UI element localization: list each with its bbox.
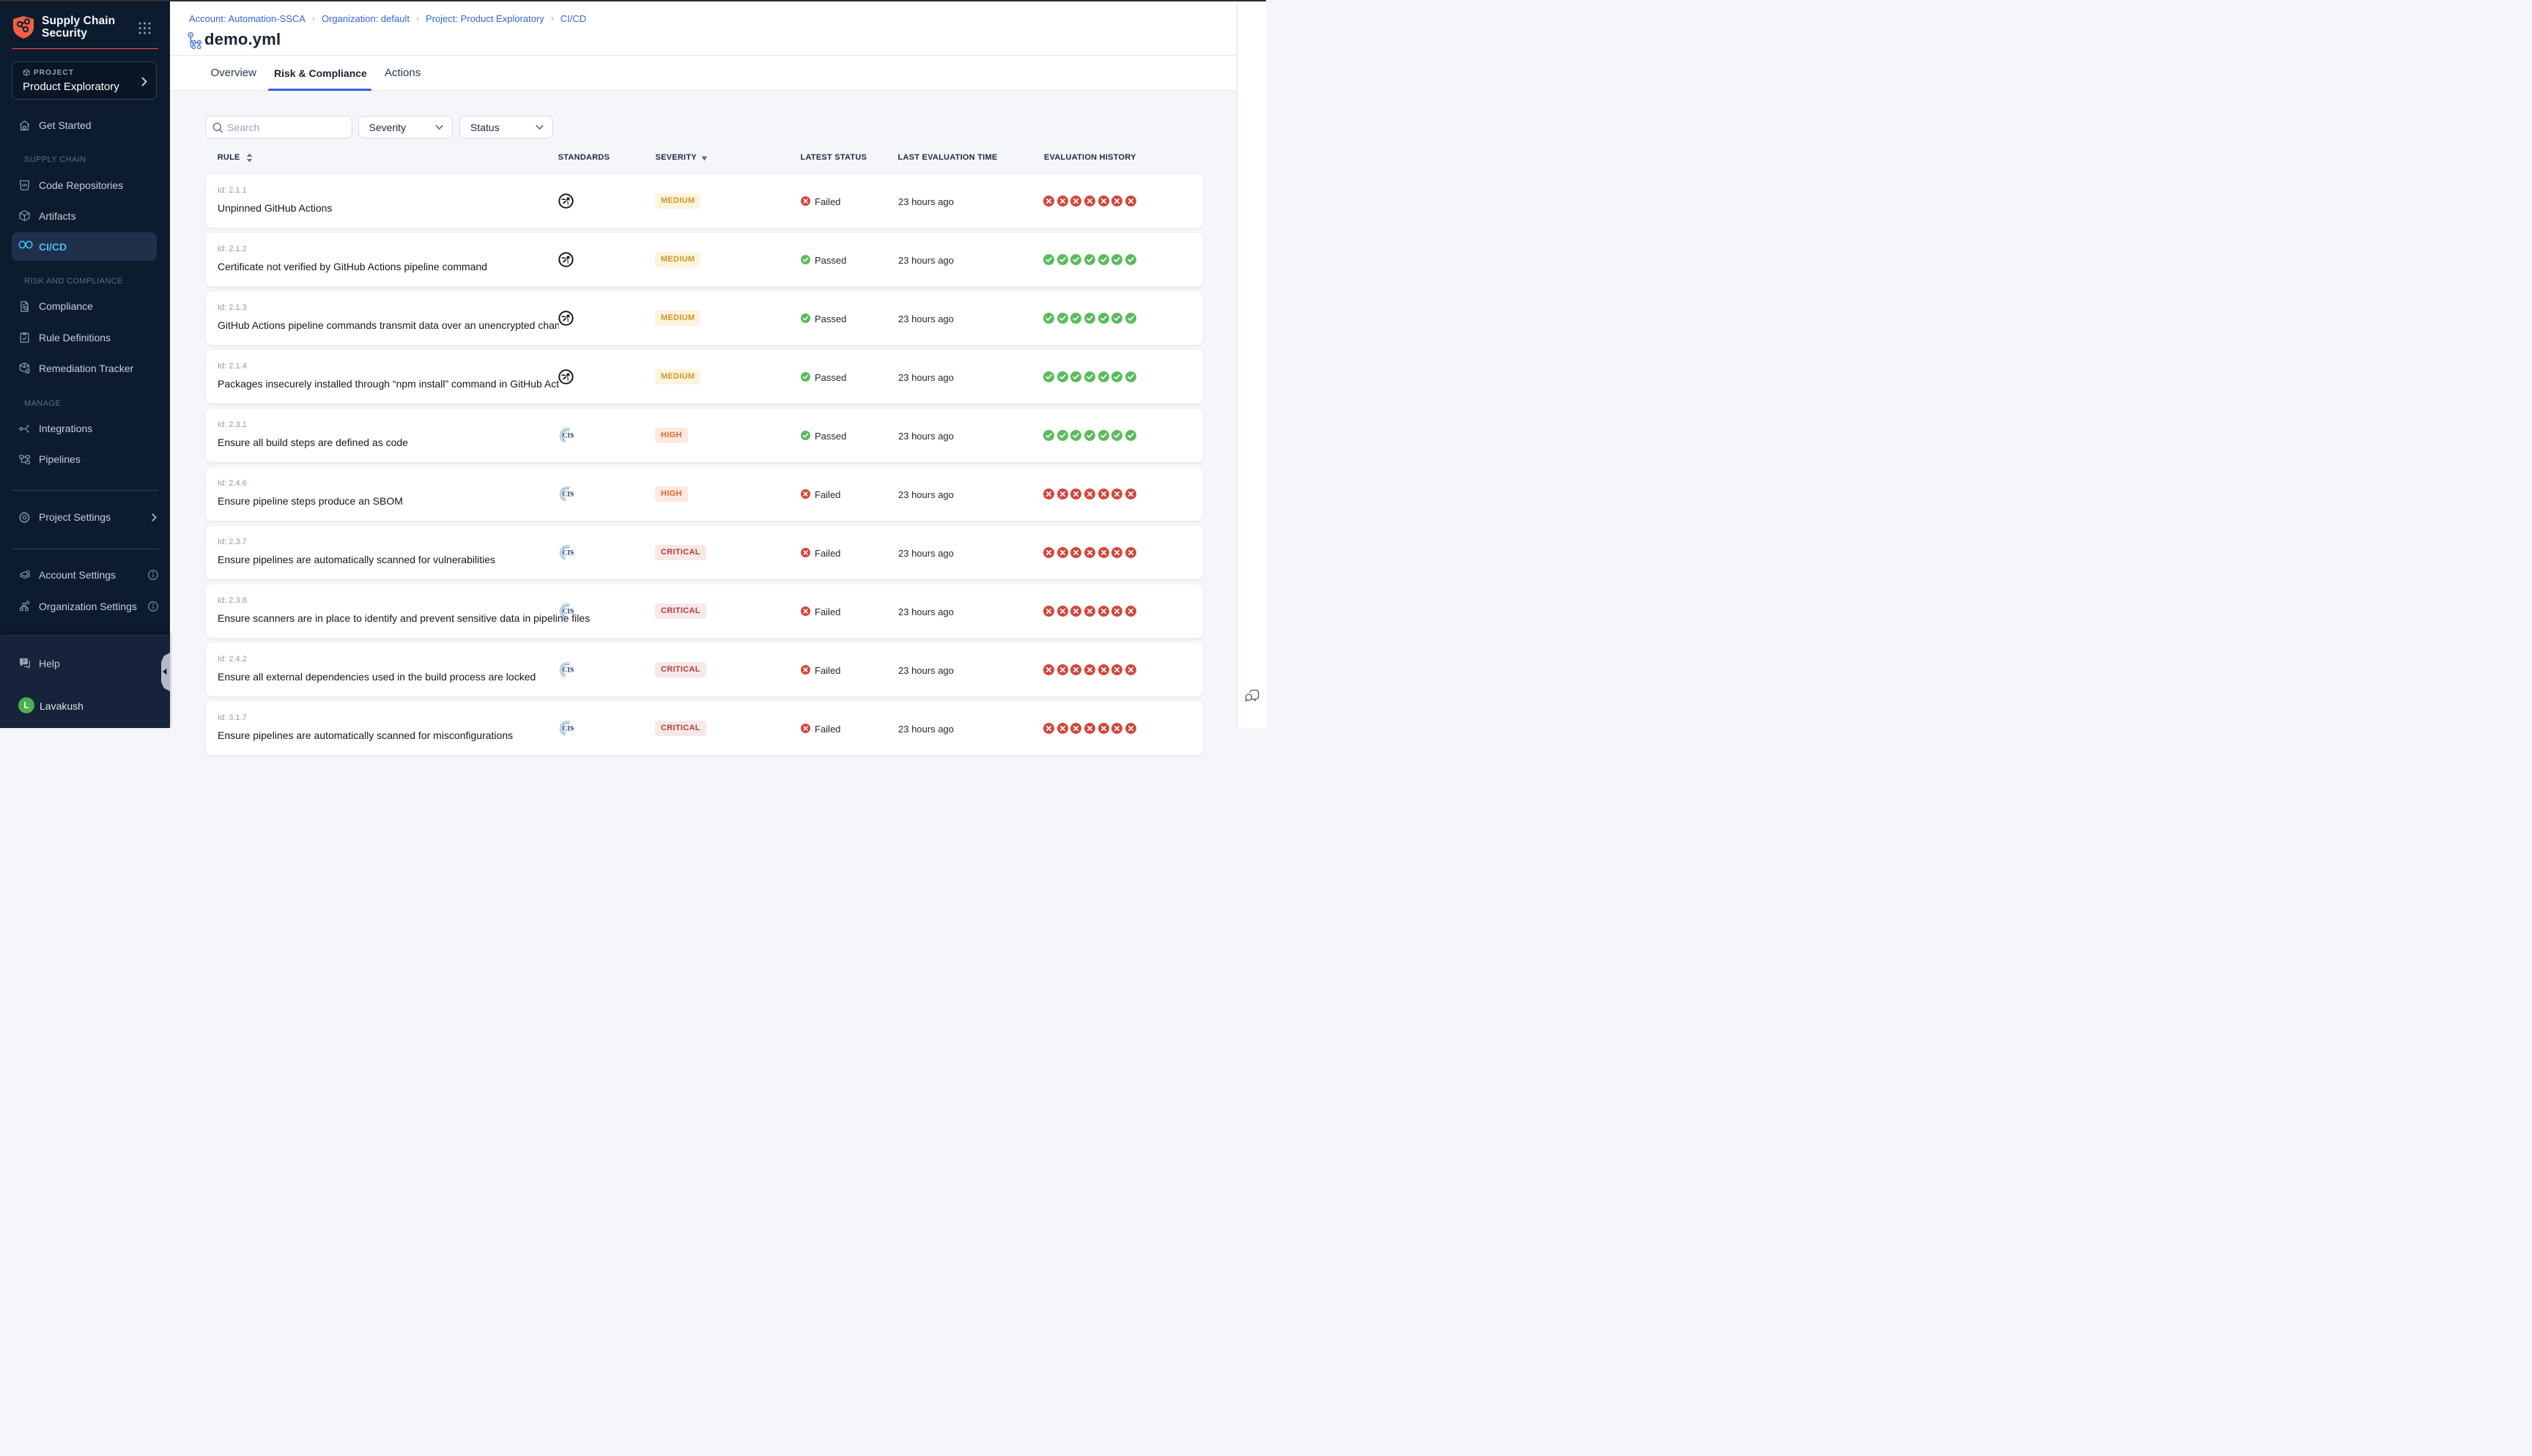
svg-text:CIS: CIS (563, 725, 574, 732)
svg-text:CIS: CIS (563, 608, 574, 615)
svg-text:CIS: CIS (563, 491, 574, 498)
svg-text:CIS: CIS (563, 666, 574, 674)
svg-text:CIS: CIS (563, 432, 574, 439)
svg-text:CIS: CIS (563, 549, 574, 557)
svg-text:?: ? (22, 659, 25, 664)
